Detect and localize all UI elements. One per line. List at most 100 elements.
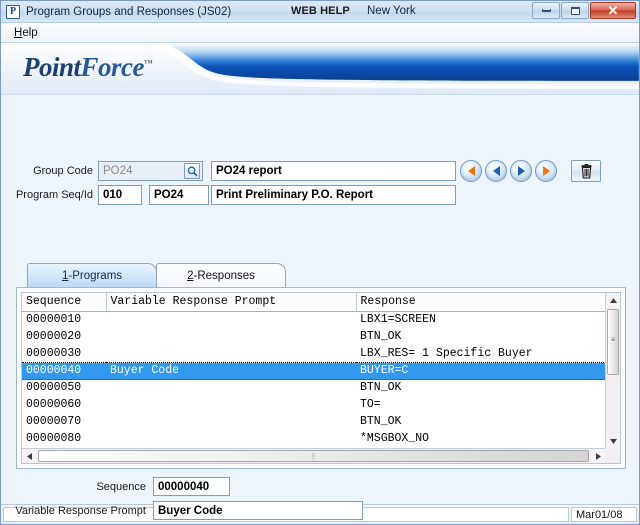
variable-response-prompt-label: Variable Response Prompt [15, 505, 146, 517]
grid-horizontal-scroll-thumb[interactable]: ⦙⦙ [38, 450, 589, 462]
group-code-label: Group Code [33, 165, 93, 177]
app-icon: P [6, 4, 20, 19]
scroll-up-button[interactable] [606, 293, 620, 307]
main-content: Group Code PO24 PO24 report Program Seq/… [1, 95, 639, 520]
tab-responses-label: -Responses [193, 269, 255, 282]
cell-prompt [106, 311, 356, 328]
logo-trademark: ™ [144, 58, 153, 68]
cell-sequence: 00000040 [22, 361, 106, 380]
cell-prompt [106, 413, 356, 430]
column-header-sequence[interactable]: Sequence [22, 293, 107, 312]
title-bar: P Program Groups and Responses (JS02) WE… [1, 1, 639, 23]
location-label: New York [367, 5, 416, 17]
hscroll-thumb-grip-icon: ⦙⦙ [311, 452, 316, 461]
cell-response: BTN_OK [360, 330, 402, 343]
scroll-right-button[interactable] [591, 449, 605, 463]
chevron-left-icon [26, 452, 32, 460]
cell-response: BTN_OK [360, 381, 402, 395]
column-header-response[interactable]: Response [356, 293, 620, 312]
scrollbar-corner [605, 448, 620, 463]
web-help-link[interactable]: WEB HELP [291, 5, 350, 17]
scroll-down-button[interactable] [606, 434, 620, 448]
right-arrow-icon [517, 166, 525, 176]
pointforce-logo: PointForce™ [23, 52, 153, 83]
cell-response: TO= [360, 398, 381, 411]
table-row[interactable]: 00000070 BTN_OK [22, 413, 620, 430]
cell-response: BTN_OK [360, 415, 402, 428]
cell-prompt [106, 430, 356, 447]
column-header-prompt[interactable]: Variable Response Prompt [106, 293, 357, 312]
scroll-left-button[interactable] [22, 449, 36, 463]
maximize-button[interactable] [561, 2, 589, 19]
responses-grid-panel: Sequence Variable Response Prompt Respon… [16, 287, 626, 469]
scroll-thumb-grip-icon: ≡ [610, 335, 616, 344]
table-row[interactable]: 00000020 BTN_OK [22, 328, 620, 345]
tab-responses[interactable]: 2 -Responses [156, 263, 286, 287]
minimize-icon [541, 9, 551, 12]
grid-vertical-scroll-thumb[interactable]: ≡ [607, 309, 619, 375]
close-button[interactable]: ✕ [590, 2, 636, 19]
cell-response: *MSGBOX_NO [360, 432, 430, 445]
grid-vertical-scrollbar[interactable]: ≡ [605, 293, 620, 448]
cell-response: BUYER=C [356, 361, 620, 380]
program-seq-input[interactable]: 010 [98, 185, 142, 205]
tab-strip: 1 -Programs 2 -Responses [27, 263, 286, 287]
cell-prompt [106, 328, 356, 345]
cell-response: LBX_RES= 1 Specific Buyer [360, 346, 533, 360]
magnifier-icon [187, 166, 198, 177]
table-row[interactable]: 00000030 LBX_RES= 1 Specific Buyer [22, 345, 620, 362]
chevron-right-icon [595, 452, 601, 460]
cell-sequence: 00000010 [26, 313, 82, 327]
sequence-label: Sequence [96, 481, 146, 493]
group-description-input[interactable]: PO24 report [211, 161, 456, 181]
nav-next-button[interactable] [510, 160, 532, 182]
cell-sequence: 00000070 [26, 415, 82, 428]
window-controls: ✕ [532, 2, 636, 19]
table-row[interactable]: 00000050 BTN_OK [22, 379, 620, 396]
cell-sequence: 00000050 [26, 381, 82, 395]
menu-item-help-label-rest: elp [22, 26, 38, 39]
window-title: Program Groups and Responses (JS02) [26, 5, 232, 18]
double-left-arrow-icon [467, 166, 475, 176]
minimize-button[interactable] [532, 2, 560, 19]
chevron-up-icon [609, 297, 617, 303]
nav-previous-button[interactable] [485, 160, 507, 182]
chevron-down-icon [609, 438, 617, 444]
program-id-input[interactable]: PO24 [149, 185, 209, 205]
tab-programs[interactable]: 1 -Programs [27, 263, 157, 287]
delete-record-button[interactable] [571, 160, 601, 182]
nav-last-button[interactable] [535, 160, 557, 182]
table-row[interactable]: 00000080 *MSGBOX_NO [22, 430, 620, 447]
menu-item-help[interactable]: Help [9, 25, 43, 41]
status-date: Mar01/08 [571, 507, 637, 522]
group-code-lookup-button[interactable] [184, 163, 200, 179]
cell-prompt [106, 345, 356, 362]
grid-horizontal-scrollbar[interactable]: ⦙⦙ [22, 448, 605, 463]
double-right-arrow-icon [542, 166, 550, 176]
logo-point: Point [23, 52, 81, 82]
table-row-selected[interactable]: 00000040 Buyer Code BUYER=C [22, 361, 620, 380]
maximize-icon [570, 6, 580, 15]
table-row[interactable]: 00000060 TO= [22, 396, 620, 413]
responses-grid[interactable]: Sequence Variable Response Prompt Respon… [21, 292, 621, 464]
cell-sequence: 00000080 [26, 432, 82, 445]
menu-bar: Help [1, 23, 639, 43]
table-row[interactable]: 00000010 LBX1=SCREEN [22, 311, 620, 328]
variable-response-prompt-input[interactable]: Buyer Code [153, 501, 363, 520]
cell-sequence: 00000020 [26, 330, 82, 343]
cell-prompt [106, 396, 356, 413]
trash-icon [581, 163, 591, 179]
sequence-input[interactable]: 00000040 [153, 477, 230, 496]
cell-prompt [106, 379, 356, 396]
left-arrow-icon [492, 166, 500, 176]
logo-force: Force [80, 52, 145, 82]
cell-prompt: Buyer Code [106, 361, 356, 380]
application-window: P Program Groups and Responses (JS02) WE… [0, 0, 640, 525]
program-description-input[interactable]: Print Preliminary P.O. Report [211, 185, 456, 205]
cell-sequence: 00000030 [26, 346, 82, 360]
program-seq-label: Program Seq/Id [15, 189, 93, 201]
cell-response: LBX1=SCREEN [360, 313, 436, 327]
brand-banner: PointForce™ [1, 43, 639, 95]
nav-first-button[interactable] [460, 160, 482, 182]
cell-sequence: 00000060 [26, 398, 82, 411]
